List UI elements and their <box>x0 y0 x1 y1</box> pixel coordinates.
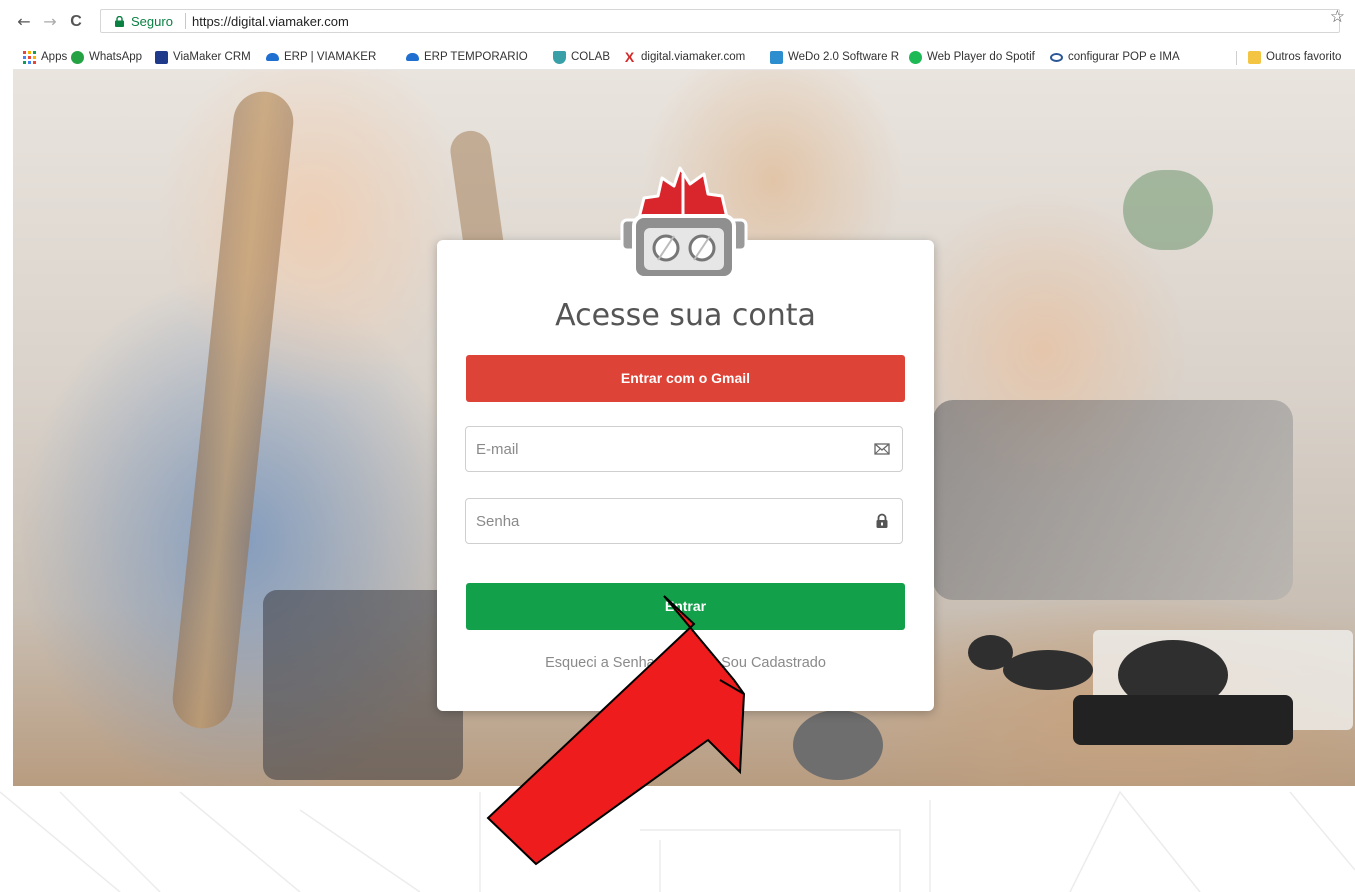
padlock-icon <box>876 513 888 528</box>
browser-toolbar: ← → C Seguro https://digital.viamaker.co… <box>13 6 1355 44</box>
gmail-login-button[interactable]: Entrar com o Gmail <box>466 355 905 402</box>
bookmark-apps[interactable]: Apps <box>23 48 67 66</box>
spotify-icon <box>909 50 922 64</box>
bookmark-digital-viamaker[interactable]: X digital.viamaker.com <box>623 48 745 66</box>
login-card: Acesse sua conta Entrar com o Gmail Entr… <box>437 240 934 711</box>
bookmark-configurar-pop[interactable]: configurar POP e IMA <box>1050 48 1180 66</box>
bookmark-whatsapp[interactable]: WhatsApp <box>71 48 142 66</box>
bookmark-other-folder[interactable]: Outros favorito <box>1248 48 1341 66</box>
hero-photo-detail <box>263 590 463 780</box>
reload-icon[interactable]: C <box>67 12 85 32</box>
lock-icon <box>115 16 124 27</box>
bookmark-label: configurar POP e IMA <box>1068 51 1180 63</box>
link-icon <box>1050 52 1063 62</box>
submit-login-button[interactable]: Entrar <box>466 583 905 630</box>
shield-icon <box>553 50 566 64</box>
cloud-icon <box>406 53 419 61</box>
x-logo-icon: X <box>624 48 635 65</box>
email-field[interactable] <box>465 426 903 472</box>
envelope-icon <box>874 443 890 455</box>
bookmark-label: Apps <box>41 51 68 63</box>
hero-photo-detail <box>1073 695 1293 745</box>
omnibox-divider <box>185 13 186 29</box>
secure-label: Seguro <box>131 14 173 29</box>
page: ← → C Seguro https://digital.viamaker.co… <box>0 0 1355 892</box>
back-arrow-icon[interactable]: ← <box>15 12 33 32</box>
cloud-icon <box>266 53 279 61</box>
address-bar[interactable]: Seguro https://digital.viamaker.com <box>100 9 1340 33</box>
email-input[interactable] <box>476 437 856 461</box>
hero-photo-detail <box>793 710 883 780</box>
url-text[interactable]: https://digital.viamaker.com <box>192 14 349 29</box>
bookmark-label: digital.viamaker.com <box>641 51 746 63</box>
bookmark-label: Outros favorito <box>1266 51 1342 63</box>
bookmark-label: COLAB <box>571 51 610 63</box>
bookmark-wedo[interactable]: WeDo 2.0 Software R <box>770 48 899 66</box>
bookmark-erp-temporario[interactable]: ERP TEMPORARIO <box>406 48 528 66</box>
bookmark-colab[interactable]: COLAB <box>553 48 610 66</box>
bookmark-viamaker-crm[interactable]: ViaMaker CRM <box>155 48 251 66</box>
forgot-password-link[interactable]: Esqueci a Senha <box>545 655 655 671</box>
bookmark-erp-viamaker[interactable]: ERP | VIAMAKER <box>266 48 376 66</box>
bookmark-spotify[interactable]: Web Player do Spotif <box>909 48 1035 66</box>
viamaker-icon <box>155 50 168 64</box>
hero-photo-detail <box>933 400 1293 600</box>
apps-grid-icon <box>23 50 36 64</box>
bookmark-label: ERP TEMPORARIO <box>424 51 528 63</box>
bookmark-label: ViaMaker CRM <box>173 51 251 63</box>
page-title: Acesse sua conta <box>555 298 816 333</box>
forward-arrow-icon[interactable]: → <box>41 12 59 32</box>
hero-photo-detail <box>1123 170 1213 250</box>
wedo-icon <box>770 50 783 64</box>
folder-icon <box>1248 50 1261 64</box>
bookmark-label: ERP | VIAMAKER <box>284 51 377 63</box>
password-field[interactable] <box>465 498 903 544</box>
bookmarks-divider <box>1236 51 1237 65</box>
register-link[interactable]: Não Sou Cadastrado <box>691 655 826 671</box>
bookmark-label: Web Player do Spotif <box>927 51 1035 63</box>
bookmark-label: WeDo 2.0 Software R <box>788 51 900 63</box>
bookmark-label: WhatsApp <box>89 51 143 63</box>
bookmark-star-icon[interactable]: ☆ <box>1330 7 1345 27</box>
hero-photo-detail <box>1003 650 1093 690</box>
viamaker-robot-logo <box>620 166 748 280</box>
whatsapp-icon <box>71 50 84 64</box>
bookmarks-bar: Apps WhatsApp ViaMaker CRM ERP | VIAMAKE… <box>13 44 1355 70</box>
links-separator: | <box>670 655 675 671</box>
password-input[interactable] <box>476 509 856 533</box>
hero-photo-detail <box>968 635 1013 670</box>
account-links: Esqueci a Senha | Não Sou Cadastrado <box>437 655 934 671</box>
